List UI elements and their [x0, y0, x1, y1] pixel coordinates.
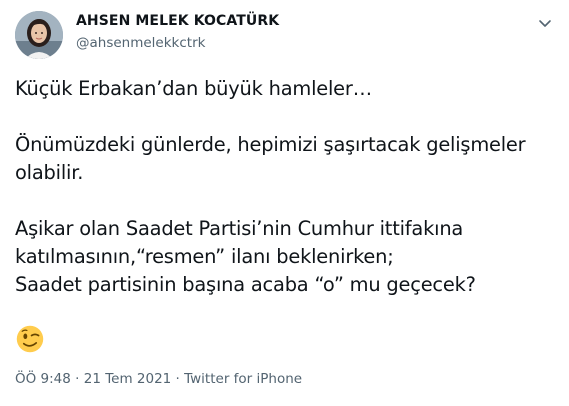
author-display-name[interactable]: AHSEN MELEK KOCATÜRK	[76, 13, 279, 29]
tweet-text-line: Saadet partisinin başına acaba “o” mu ge…	[15, 273, 476, 296]
tweet-text-line: olabilir.	[15, 161, 84, 184]
chevron-down-icon[interactable]	[536, 14, 554, 32]
tweet-timestamp[interactable]: ÖÖ 9:48 · 21 Tem 2021 · Twitter for iPho…	[15, 371, 302, 387]
author-handle[interactable]: @ahsenmelekkctrk	[76, 35, 205, 51]
tweet-card: AHSEN MELEK KOCATÜRK @ahsenmelekkctrk Kü…	[0, 0, 569, 406]
tweet-text-line: Aşikar olan Saadet Partisi’nin Cumhur it…	[15, 217, 464, 240]
tweet-text-line: Önümüzdeki günlerde, hepimizi şaşırtacak…	[15, 133, 526, 156]
author-avatar[interactable]	[15, 11, 63, 59]
winking-face-emoji	[16, 325, 44, 353]
avatar-photo-icon	[15, 11, 63, 59]
tweet-text-line: katılmasının,“resmen” ilanı beklenirken;	[15, 245, 394, 268]
tweet-text-line: Küçük Erbakan’dan büyük hamleler…	[15, 77, 372, 100]
